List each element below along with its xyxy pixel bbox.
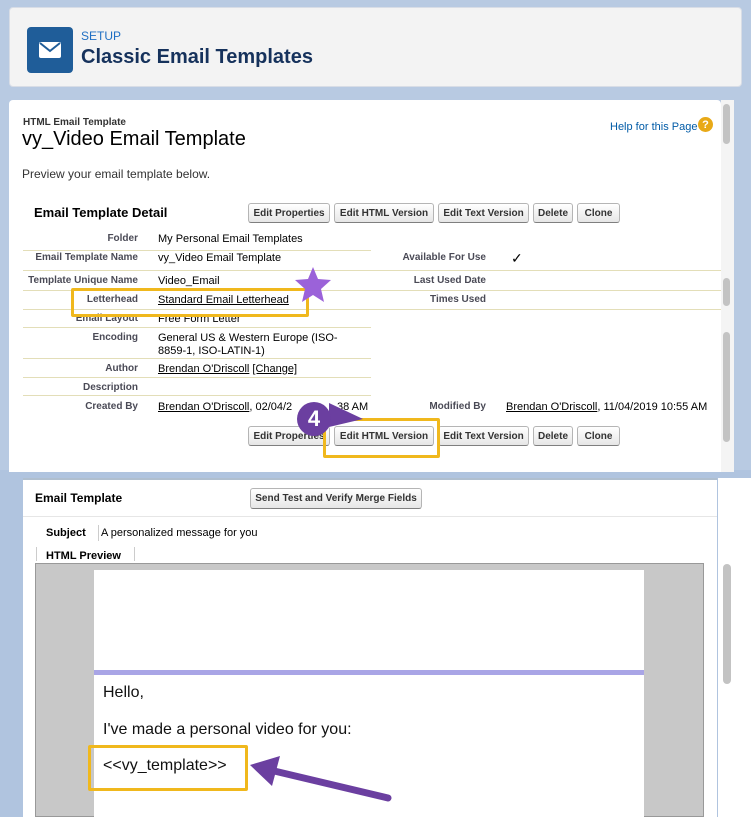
delete-button-bottom[interactable]: Delete	[533, 426, 573, 446]
detail-section-title: Email Template Detail	[34, 205, 168, 220]
page-title: Classic Email Templates	[81, 46, 313, 68]
star-icon	[295, 267, 331, 302]
row-divider	[23, 327, 371, 328]
help-icon[interactable]: ?	[698, 117, 713, 132]
letterhead-accent-bar	[94, 670, 644, 675]
scrollbar-thumb[interactable]	[723, 278, 730, 306]
edit-text-version-button-bottom[interactable]: Edit Text Version	[438, 426, 529, 446]
row-divider	[23, 270, 721, 271]
delete-button[interactable]: Delete	[533, 203, 573, 223]
subject-divider	[98, 525, 99, 541]
help-link[interactable]: Help for this Page	[610, 121, 697, 133]
subject-value: A personalized message for you	[101, 527, 258, 539]
template-name-label: Email Template Name	[35, 252, 138, 263]
unique-name-label: Template Unique Name	[28, 275, 138, 286]
arrow-icon	[250, 756, 392, 802]
scrollbar-thumb[interactable]	[723, 564, 731, 684]
clone-button[interactable]: Clone	[577, 203, 620, 223]
detail-scrollbar[interactable]	[721, 100, 734, 472]
tab-divider	[36, 547, 37, 561]
last-used-label: Last Used Date	[413, 275, 486, 286]
created-by-value: Brendan O'Driscoll, 02/04/2	[158, 401, 292, 413]
scrollbar-thumb[interactable]	[723, 104, 730, 144]
modified-by-value: Brendan O'Driscoll, 11/04/2019 10:55 AM	[506, 401, 707, 413]
edit-properties-button[interactable]: Edit Properties	[248, 203, 330, 223]
available-check-icon: ✓	[511, 250, 523, 266]
encoding-line-2: 8859-1, ISO-LATIN-1)	[158, 345, 265, 357]
tab-html-preview[interactable]: HTML Preview	[46, 550, 121, 562]
folder-label: Folder	[107, 233, 138, 244]
send-test-button[interactable]: Send Test and Verify Merge Fields	[250, 488, 422, 509]
modified-by-label: Modified By	[429, 401, 486, 412]
created-by-label: Created By	[85, 401, 138, 412]
envelope-icon	[27, 27, 73, 73]
available-label: Available For Use	[402, 252, 486, 263]
section-divider	[23, 516, 717, 517]
created-date: , 02/04/2	[249, 401, 293, 413]
email-body-line: I've made a personal video for you:	[103, 721, 352, 738]
scrollbar-thumb[interactable]	[723, 332, 730, 442]
row-divider	[23, 250, 371, 251]
description-label: Description	[82, 382, 138, 393]
subject-label: Subject	[46, 527, 86, 539]
edit-html-version-button[interactable]: Edit HTML Version	[334, 203, 434, 223]
change-author-link[interactable]: [Change]	[252, 363, 297, 375]
row-divider	[23, 358, 371, 359]
modified-date: , 11/04/2019 10:55 AM	[597, 401, 708, 413]
letterhead-highlight	[71, 288, 309, 317]
email-scrollbar[interactable]	[718, 478, 751, 817]
email-section-title: Email Template	[35, 491, 123, 505]
row-divider	[23, 377, 371, 378]
folder-value: My Personal Email Templates	[158, 233, 303, 245]
author-label: Author	[105, 363, 138, 374]
created-by-link[interactable]: Brendan O'Driscoll	[158, 401, 249, 413]
step-number-badge: 4	[297, 402, 331, 436]
template-detail-panel: HTML Email Template vy_Video Email Templ…	[9, 100, 721, 472]
author-link[interactable]: Brendan O'Driscoll	[158, 363, 249, 375]
merge-field-highlight	[88, 745, 248, 791]
template-name-value: vy_Video Email Template	[158, 252, 282, 264]
email-greeting: Hello,	[103, 684, 144, 701]
tab-divider	[134, 547, 135, 561]
encoding-label: Encoding	[92, 332, 138, 343]
setup-label: SETUP	[81, 29, 122, 43]
template-name-heading: vy_Video Email Template	[22, 128, 246, 150]
unique-name-value: Video_Email	[158, 275, 220, 287]
times-used-label: Times Used	[430, 294, 486, 305]
author-value: Brendan O'Driscoll [Change]	[158, 363, 297, 375]
modified-by-link[interactable]: Brendan O'Driscoll	[506, 401, 597, 413]
edit-text-version-button[interactable]: Edit Text Version	[438, 203, 529, 223]
encoding-line-1: General US & Western Europe (ISO-	[158, 332, 338, 344]
preview-note: Preview your email template below.	[22, 167, 211, 181]
template-kicker: HTML Email Template	[23, 117, 126, 128]
clone-button-bottom[interactable]: Clone	[577, 426, 620, 446]
setup-header: SETUP Classic Email Templates	[9, 7, 742, 87]
